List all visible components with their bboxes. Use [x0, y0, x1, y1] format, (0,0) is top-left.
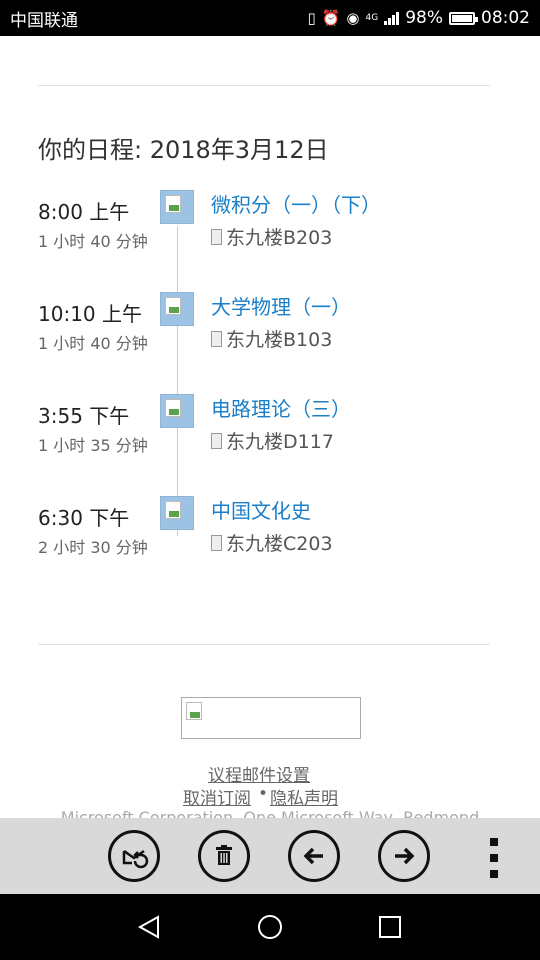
- event-location: 东九楼D117: [211, 427, 334, 454]
- carrier-label: 中国联通: [10, 10, 78, 31]
- location-icon: [211, 432, 222, 449]
- event-location-text: 东九楼B203: [226, 227, 333, 249]
- agenda-settings-link[interactable]: 议程邮件设置: [208, 761, 310, 786]
- event-time: 3:55 下午: [38, 404, 130, 428]
- footer-separator: •: [258, 784, 269, 804]
- calendar-image-icon: [160, 496, 194, 530]
- event-location-text: 东九楼D117: [226, 431, 334, 453]
- event-location: 东九楼B203: [211, 223, 332, 250]
- event-duration: 1 小时 35 分钟: [38, 436, 148, 455]
- back-triangle-icon[interactable]: [134, 912, 164, 942]
- agenda-event[interactable]: 8:00 上午 1 小时 40 分钟 微积分（一）（下） 东九楼B203: [38, 186, 498, 286]
- home-circle-icon[interactable]: [255, 912, 285, 942]
- event-title-link[interactable]: 中国文化史: [211, 495, 311, 524]
- corporation-address: Microsoft Corporation, One Microsoft Way…: [60, 808, 480, 818]
- status-bar: 中国联通 ▯ ⏰ ◉ 4G 98% 08:02: [0, 0, 540, 36]
- calendar-image-icon: [160, 394, 194, 428]
- system-navigation-bar: [0, 894, 540, 960]
- agenda-event[interactable]: 10:10 上午 1 小时 40 分钟 大学物理（一） 东九楼B103: [38, 288, 498, 388]
- more-icon-dot: [490, 870, 498, 878]
- more-button[interactable]: [488, 838, 500, 878]
- network-type: 4G: [365, 13, 379, 23]
- signal-icon: [384, 11, 400, 25]
- delete-button[interactable]: [198, 830, 250, 882]
- clock: 08:02: [481, 8, 530, 28]
- event-time: 10:10 上午: [38, 302, 142, 326]
- event-title-link[interactable]: 微积分（一）（下）: [211, 189, 381, 218]
- event-title-link[interactable]: 大学物理（一）: [211, 291, 351, 320]
- calendar-image-icon: [160, 190, 194, 224]
- event-time: 8:00 上午: [38, 200, 130, 224]
- more-icon: [490, 838, 498, 846]
- recents-square-icon[interactable]: [375, 912, 405, 942]
- eye-comfort-icon: ◉: [346, 8, 360, 27]
- status-icons: ▯ ⏰ ◉ 4G 98% 08:02: [307, 8, 530, 28]
- location-icon: [211, 330, 222, 347]
- reply-all-icon: [122, 849, 149, 869]
- previous-button[interactable]: [288, 830, 340, 882]
- top-divider: [38, 85, 490, 86]
- unsubscribe-link[interactable]: 取消订阅: [183, 784, 251, 809]
- calendar-image-icon: [160, 292, 194, 326]
- more-icon-dot: [490, 854, 498, 862]
- event-title-link[interactable]: 电路理论（三）: [211, 393, 351, 422]
- battery-icon: [449, 11, 478, 25]
- agenda-heading: 你的日程: 2018年3月12日: [38, 136, 329, 164]
- reply-all-button[interactable]: [108, 830, 160, 882]
- action-toolbar: [0, 818, 540, 894]
- event-location: 东九楼B103: [211, 325, 332, 352]
- privacy-link[interactable]: 隐私声明: [270, 784, 338, 809]
- bottom-divider: [38, 644, 490, 645]
- email-body: 你的日程: 2018年3月12日 8:00 上午 1 小时 40 分钟 微积分（…: [0, 36, 540, 818]
- logo-image: [181, 697, 361, 739]
- location-icon: [211, 534, 222, 551]
- agenda-event[interactable]: 3:55 下午 1 小时 35 分钟 电路理论（三） 东九楼D117: [38, 390, 498, 490]
- battery-percent: 98%: [405, 8, 443, 28]
- event-time: 6:30 下午: [38, 506, 130, 530]
- next-button[interactable]: [378, 830, 430, 882]
- arrow-left-icon: [303, 847, 323, 865]
- location-icon: [211, 228, 222, 245]
- event-duration: 1 小时 40 分钟: [38, 334, 148, 353]
- arrow-right-icon: [395, 847, 415, 865]
- event-duration: 1 小时 40 分钟: [38, 232, 148, 251]
- agenda-event[interactable]: 6:30 下午 2 小时 30 分钟 中国文化史 东九楼C203: [38, 492, 498, 592]
- event-location-text: 东九楼C203: [226, 533, 333, 555]
- alarm-icon: ⏰: [321, 8, 341, 27]
- event-location-text: 东九楼B103: [226, 329, 333, 351]
- event-location: 东九楼C203: [211, 529, 333, 556]
- vibrate-icon: ▯: [307, 8, 316, 27]
- trash-icon: [216, 845, 232, 865]
- event-duration: 2 小时 30 分钟: [38, 538, 148, 557]
